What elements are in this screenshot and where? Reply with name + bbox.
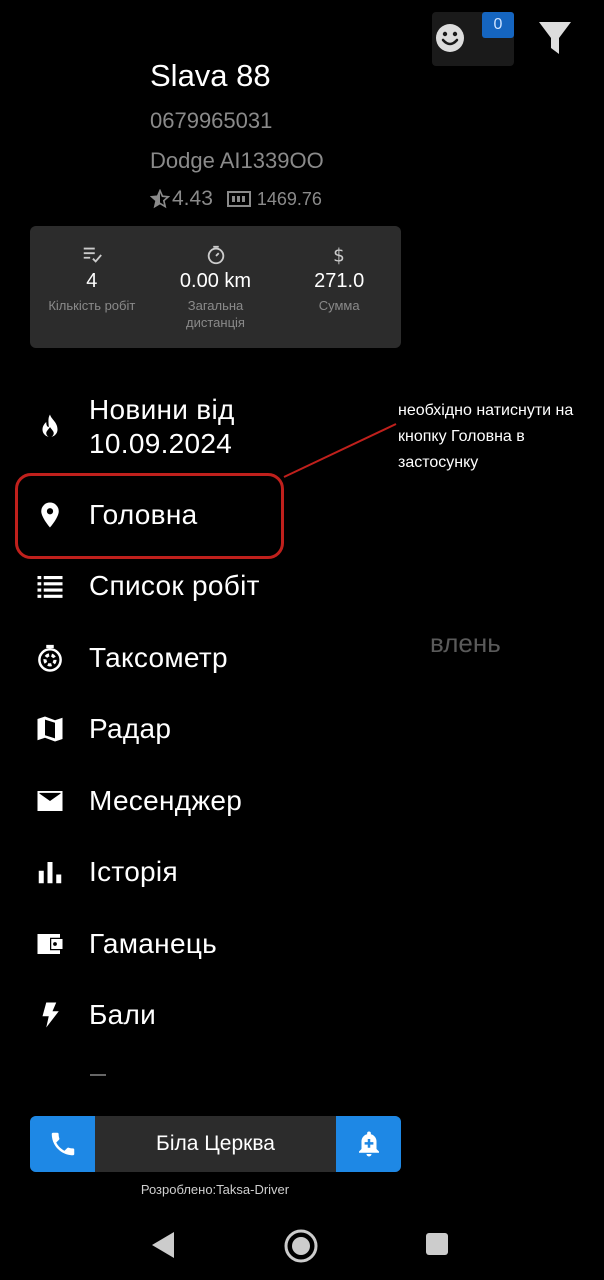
menu-item-points[interactable]: Бали xyxy=(30,985,390,1045)
recent-apps-icon[interactable] xyxy=(425,1232,449,1256)
menu-item-messenger[interactable]: Месенджер xyxy=(30,771,390,831)
envelope-icon xyxy=(30,781,70,821)
lightning-icon xyxy=(30,995,70,1035)
notification-badge: 0 xyxy=(482,12,514,38)
bar-chart-icon xyxy=(30,852,70,892)
fire-icon xyxy=(30,407,70,447)
home-icon[interactable] xyxy=(283,1228,319,1264)
stat-label: Кількість робіт xyxy=(48,298,136,313)
menu-item-jobs[interactable]: Список робіт xyxy=(30,556,390,616)
alert-button[interactable] xyxy=(336,1116,401,1172)
menu-label: Радар xyxy=(89,713,172,744)
balance-value: 1469.76 xyxy=(256,188,322,209)
rating-value: 4.43 xyxy=(172,187,213,210)
wallet-icon xyxy=(30,924,70,964)
star-rating-icon xyxy=(150,189,170,209)
stat-distance: 0.00 km Загальна дистанція xyxy=(154,226,278,348)
timer-icon xyxy=(207,245,224,265)
driver-rating-balance: 4.43 1469.76 xyxy=(150,184,322,214)
menu-label: Таксометр xyxy=(89,642,228,673)
system-navigation-bar xyxy=(0,1210,604,1280)
filter-icon[interactable] xyxy=(538,20,572,56)
menu-item-wallet[interactable]: Гаманець xyxy=(30,914,390,974)
developer-credit: Розроблено:Taksa-Driver xyxy=(140,1182,290,1197)
menu-label: Гаманець xyxy=(89,928,218,959)
menu-label: Історія xyxy=(89,856,178,887)
annotation-highlight xyxy=(15,473,284,559)
menu-label: Новини від 10.09.2024 xyxy=(89,394,235,459)
stat-value: 271.0 xyxy=(314,270,365,292)
bottom-bar: Біла Церква xyxy=(30,1116,401,1172)
menu-label: Список робіт xyxy=(89,570,260,601)
driver-phone: 0679965031 xyxy=(150,108,273,133)
stats-card: 4 Кількість робіт 0.00 km Загальна диста… xyxy=(30,226,401,348)
smiley-icon xyxy=(436,24,464,52)
stat-label: Загальна дистанція xyxy=(186,298,245,330)
map-icon xyxy=(30,709,70,749)
city-selector[interactable]: Біла Церква xyxy=(95,1116,336,1172)
driver-name: Slava 88 xyxy=(150,58,271,93)
menu-item-taximeter[interactable]: Таксометр xyxy=(30,628,390,688)
stat-jobs-count: 4 Кількість робіт xyxy=(30,226,154,348)
menu-label: Бали xyxy=(89,999,157,1030)
stat-value: 0.00 km xyxy=(179,270,252,292)
checklist-icon xyxy=(83,247,102,263)
stat-sum: $ 271.0 Сумма xyxy=(277,226,401,348)
menu-item-news[interactable]: Новини від 10.09.2024 xyxy=(30,394,390,459)
menu-label: Месенджер xyxy=(89,785,243,816)
stat-label: Сумма xyxy=(318,298,360,313)
bell-plus-icon xyxy=(358,1131,379,1157)
phone-icon xyxy=(51,1132,74,1156)
svg-text:$: $ xyxy=(333,245,345,266)
dollar-icon: $ xyxy=(333,245,345,266)
back-icon[interactable] xyxy=(150,1230,176,1260)
stopwatch-icon xyxy=(30,638,70,678)
background-text: влень xyxy=(430,628,501,658)
balance-counter-icon xyxy=(226,191,251,207)
driver-car: Dodge AI1339OO xyxy=(150,148,324,173)
menu-item-history[interactable]: Історія xyxy=(30,842,390,902)
annotation-text: необхідно натиснути на кнопку Головна в … xyxy=(398,402,574,471)
menu-item-radar[interactable]: Радар xyxy=(30,699,390,759)
menu-scroll-hint xyxy=(90,1074,106,1076)
call-button[interactable] xyxy=(30,1116,95,1172)
stat-value: 4 xyxy=(86,270,98,292)
list-icon xyxy=(30,566,70,606)
